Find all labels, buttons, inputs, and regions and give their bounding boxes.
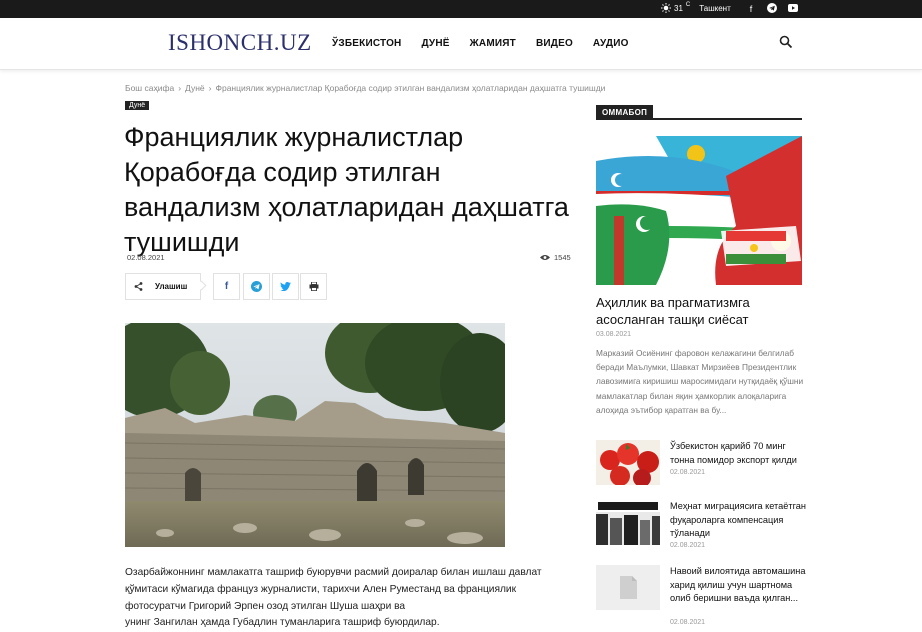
nav-item-society[interactable]: ЖАМИЯТ [470, 38, 516, 49]
breadcrumb-world[interactable]: Дунё [185, 83, 205, 93]
breadcrumb-current: Франциялик журналистлар Қорабоғда содир … [215, 83, 606, 93]
popular-block-title: ОММАБОП [596, 105, 654, 120]
article-title: Франциялик журналистлар Қорабоғда содир … [124, 122, 569, 257]
article-photo [125, 323, 505, 547]
article-body-line: қўмитаси кўмагида француз журналисти, та… [125, 583, 517, 595]
list-item-thumbnail[interactable] [596, 500, 660, 545]
facebook-icon: f [224, 281, 229, 292]
list-item-date: 02.08.2021 [670, 469, 706, 476]
list-item[interactable]: Ўзбекистон қарийб 70 минг тонна помидор … [596, 440, 806, 488]
main-nav: ЎЗБЕКИСТОН ДУНЁ ЖАМИЯТ ВИДЕО АУДИО [332, 38, 649, 49]
list-item-thumbnail[interactable] [596, 440, 660, 485]
article-body: Озарбайжоннинг мамлакатга ташриф буюрувч… [125, 565, 580, 632]
featured-date: 03.08.2021 [596, 331, 632, 338]
popular-block-header: ОММАБОП [596, 102, 802, 120]
article-date: 02.08.2021 [127, 253, 165, 262]
view-count-value: 1545 [554, 253, 571, 262]
print-icon [309, 282, 318, 291]
share-label: Улашиш [155, 282, 188, 291]
print-button[interactable] [300, 273, 327, 300]
breadcrumb-home[interactable]: Бош саҳифа [125, 83, 174, 93]
facebook-icon[interactable]: f [745, 3, 757, 15]
list-item-date: 02.08.2021 [670, 619, 706, 626]
twitter-icon [280, 282, 291, 291]
article-body-line: Озарбайжоннинг мамлакатга ташриф буюрувч… [125, 567, 542, 578]
youtube-icon[interactable] [787, 3, 799, 15]
site-logo[interactable]: ISHONCH.UZ [168, 30, 312, 56]
temperature: 31 [674, 3, 683, 13]
nav-item-world[interactable]: ДУНЁ [421, 38, 449, 49]
site-header: ISHONCH.UZ ЎЗБЕКИСТОН ДУНЁ ЖАМИЯТ ВИДЕО … [0, 18, 922, 70]
temperature-unit: C [685, 2, 691, 8]
nav-item-uzbekistan[interactable]: ЎЗБЕКИСТОН [332, 38, 401, 49]
list-item-date: 02.08.2021 [670, 542, 706, 549]
telegram-icon [251, 281, 262, 292]
share-button[interactable]: Улашиш [125, 273, 201, 300]
city-name: Ташкент [699, 3, 731, 13]
list-item-title[interactable]: Ўзбекистон қарийб 70 минг тонна помидор … [670, 440, 806, 467]
search-icon[interactable] [779, 35, 793, 49]
share-twitter-button[interactable] [272, 273, 299, 300]
nav-item-audio[interactable]: АУДИО [593, 38, 629, 49]
list-item-thumbnail[interactable] [596, 565, 660, 610]
weather-widget: 31 C Ташкент [661, 2, 731, 13]
list-item-title[interactable]: Навоий вилоятида автомашина харид қилиш … [670, 565, 806, 606]
nav-item-video[interactable]: ВИДЕО [536, 38, 573, 49]
list-item[interactable]: Меҳнат миграциясига кетаётган фуқароларг… [596, 500, 806, 550]
featured-title[interactable]: Аҳиллик ва прагматизмга асосланган ташқи… [596, 294, 802, 328]
share-facebook-button[interactable]: f [213, 273, 240, 300]
sun-icon [661, 3, 671, 13]
telegram-icon[interactable] [766, 3, 778, 15]
breadcrumb: Бош саҳифа › Дунё › Франциялик журналистлар … [125, 83, 606, 93]
featured-excerpt: Марказий Осиёнинг фаровон келажагини бел… [596, 348, 804, 415]
featured-image[interactable] [596, 136, 802, 285]
article-body-line: фотосуратчи Григорий Эрпен озод этилган … [125, 600, 406, 612]
category-badge[interactable]: Дунё [125, 101, 150, 110]
eye-icon [540, 255, 550, 260]
view-count: 1545 [540, 253, 571, 262]
list-item-title[interactable]: Меҳнат миграциясига кетаётган фуқароларг… [670, 500, 806, 541]
list-item[interactable]: Навоий вилоятида автомашина харид қилиш … [596, 565, 806, 626]
share-telegram-button[interactable] [243, 273, 270, 300]
share-icon [134, 282, 143, 291]
top-bar: 31 C Ташкент f [0, 0, 922, 18]
